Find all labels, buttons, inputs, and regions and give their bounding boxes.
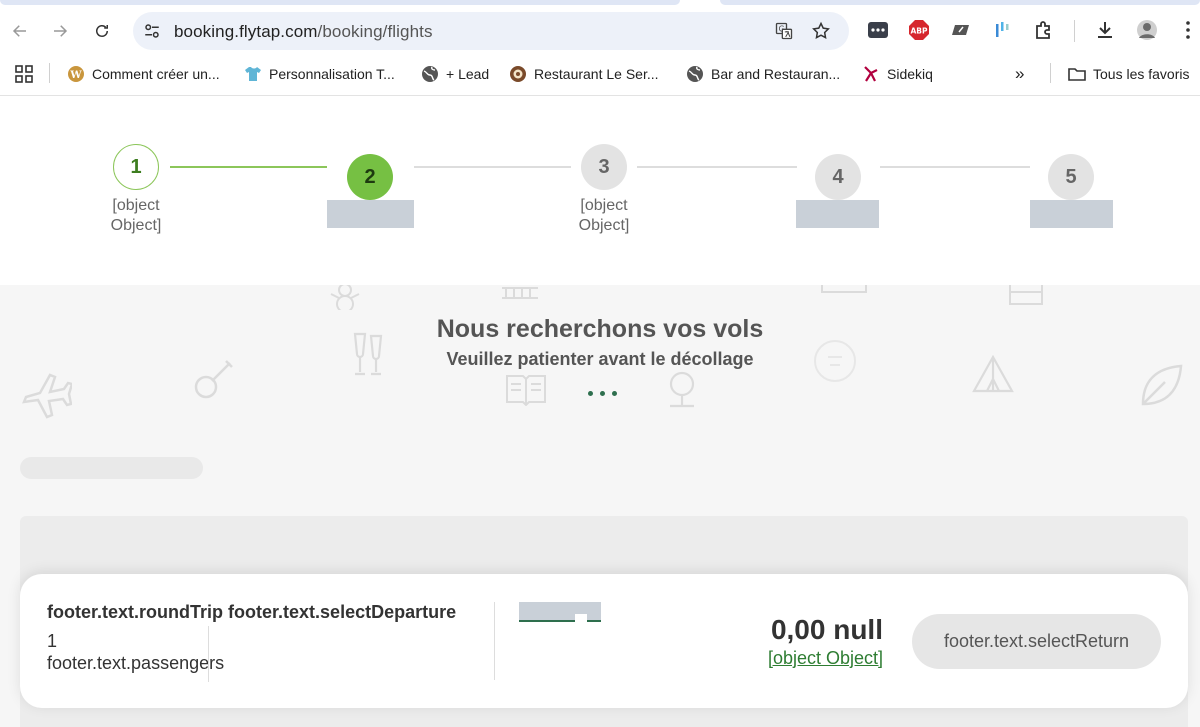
extension-dots-icon[interactable] xyxy=(867,19,889,41)
reload-icon xyxy=(96,25,108,37)
calendar-icon xyxy=(1009,285,1043,305)
tshirt-icon xyxy=(245,67,261,81)
bookmark-label: Sidekiq xyxy=(887,66,933,82)
bookmark-item[interactable]: Restaurant Le Ser... xyxy=(509,64,659,84)
url-text[interactable]: booking.flytap.com/booking/flights xyxy=(174,22,433,42)
site-settings-icon[interactable] xyxy=(143,22,161,40)
book-icon xyxy=(506,375,546,406)
restaurant-icon xyxy=(510,66,526,82)
menu-kebab-icon[interactable] xyxy=(1177,19,1199,41)
puzzle-icon[interactable] xyxy=(1033,19,1055,41)
step-5-circle[interactable]: 5 xyxy=(1048,154,1094,200)
svg-text:ABP: ABP xyxy=(910,27,928,36)
bookmark-label: Restaurant Le Ser... xyxy=(534,66,659,82)
loading-subtitle: Veuillez patienter avant le décollage xyxy=(446,349,754,369)
step-4-circle[interactable]: 4 xyxy=(815,154,861,200)
url-path: /booking/flights xyxy=(317,22,433,41)
tab-active[interactable] xyxy=(0,0,680,5)
booking-footer: footer.text.roundTrip footer.text.select… xyxy=(20,574,1188,708)
step-4-label-placeholder xyxy=(796,200,879,228)
step-connector xyxy=(637,166,797,168)
loading-title: Nous recherchons vos vols xyxy=(436,315,764,343)
step-number: 3 xyxy=(598,155,610,178)
loading-dots-icon xyxy=(588,389,628,399)
bookmark-label: Tous les favoris xyxy=(1093,66,1190,82)
snowman-icon xyxy=(330,285,360,310)
step-1-circle[interactable]: 1 xyxy=(113,144,159,190)
step-number: 5 xyxy=(1065,165,1077,188)
step-2-circle[interactable]: 2 xyxy=(347,154,393,200)
adblock-icon[interactable]: ABP xyxy=(908,19,930,41)
bookmark-label: Personnalisation T... xyxy=(269,66,395,82)
svg-text:W: W xyxy=(69,70,82,81)
step-3-circle[interactable]: 3 xyxy=(581,144,627,190)
step-5-label-placeholder xyxy=(1030,200,1113,228)
extension-slash-icon[interactable] xyxy=(950,19,972,41)
wordpress-icon: W xyxy=(68,66,84,82)
step-number: 4 xyxy=(832,165,844,188)
bench-icon xyxy=(502,287,538,299)
select-departure-text: footer.text.selectDeparture xyxy=(228,602,457,622)
bookmark-item[interactable]: W Comment créer un... xyxy=(67,64,220,84)
url-host: booking.flytap.com xyxy=(174,22,318,41)
price-details-link[interactable]: [object Object] xyxy=(768,648,883,669)
step-connector xyxy=(880,166,1030,168)
bookmark-label: Comment créer un... xyxy=(92,66,220,82)
all-bookmarks-folder[interactable]: Tous les favoris xyxy=(1068,64,1189,84)
bookmark-item[interactable]: Personnalisation T... xyxy=(244,64,395,84)
extension-bars-icon[interactable] xyxy=(992,19,1014,41)
tab-inactive[interactable] xyxy=(720,0,1200,5)
download-icon[interactable] xyxy=(1094,19,1116,41)
select-return-button[interactable]: footer.text.selectReturn xyxy=(912,614,1161,669)
bookmark-item[interactable]: Sidekiq xyxy=(862,64,933,84)
globe-icon xyxy=(422,66,438,82)
step-connector xyxy=(170,166,327,168)
bookmarks-separator xyxy=(49,63,50,83)
total-price: 0,00 null xyxy=(770,614,883,645)
forward-button[interactable] xyxy=(46,17,74,45)
bookmarks-separator xyxy=(1050,63,1051,83)
arrow-right-icon xyxy=(54,25,68,37)
bookmark-label: + Lead xyxy=(446,66,490,82)
arrow-left-icon xyxy=(12,25,26,37)
sofa-icon xyxy=(821,285,867,293)
skeleton-placeholder xyxy=(20,457,203,479)
apps-grid-icon[interactable] xyxy=(15,64,33,84)
bookmark-label: Bar and Restauran... xyxy=(711,66,841,82)
flight-summary-placeholder xyxy=(519,602,601,622)
step-1-label: [object Object] xyxy=(110,197,162,234)
step-number: 1 xyxy=(130,155,142,178)
chevron-double-right-icon: » xyxy=(1015,64,1025,83)
passengers-label: footer.text.passengers xyxy=(47,653,225,673)
folder-icon xyxy=(1068,68,1086,81)
step-connector xyxy=(414,166,571,168)
step-3-label: [object Object] xyxy=(578,197,630,234)
globe-icon xyxy=(687,66,703,82)
avatar[interactable] xyxy=(1136,19,1158,41)
translate-icon[interactable]: G xyxy=(774,21,794,41)
toolbar-separator xyxy=(1074,20,1075,42)
passenger-count: 1 xyxy=(47,631,58,651)
tab-strip xyxy=(0,0,1200,6)
step-2-label-placeholder xyxy=(327,200,414,228)
bookmark-item[interactable]: Bar and Restauran... xyxy=(686,64,840,84)
tree-icon xyxy=(669,371,695,408)
booking-stepper: 1 [object Object] 2 3 [object Object] 4 … xyxy=(0,97,1200,285)
address-bar[interactable]: booking.flytap.com/booking/flights G xyxy=(133,12,849,50)
airplane-icon xyxy=(22,373,72,419)
trip-summary: footer.text.roundTrip footer.text.select… xyxy=(47,602,456,623)
bookmarks-overflow-button[interactable]: » xyxy=(1015,64,1024,84)
star-icon[interactable] xyxy=(811,21,831,41)
bookmark-item[interactable]: + Lead xyxy=(421,64,489,84)
footer-divider xyxy=(208,626,209,682)
browser-chrome: booking.flytap.com/booking/flights G ABP xyxy=(0,0,1200,96)
placeholder-gap xyxy=(575,614,587,624)
reload-button[interactable] xyxy=(88,17,116,45)
sidekiq-icon xyxy=(864,66,878,82)
bookmarks-bar: W Comment créer un... Personnalisation T… xyxy=(0,60,1200,88)
step-number: 2 xyxy=(364,165,376,188)
back-button[interactable] xyxy=(6,17,34,45)
trip-type: footer.text.roundTrip xyxy=(47,602,224,622)
footer-divider xyxy=(494,602,495,680)
